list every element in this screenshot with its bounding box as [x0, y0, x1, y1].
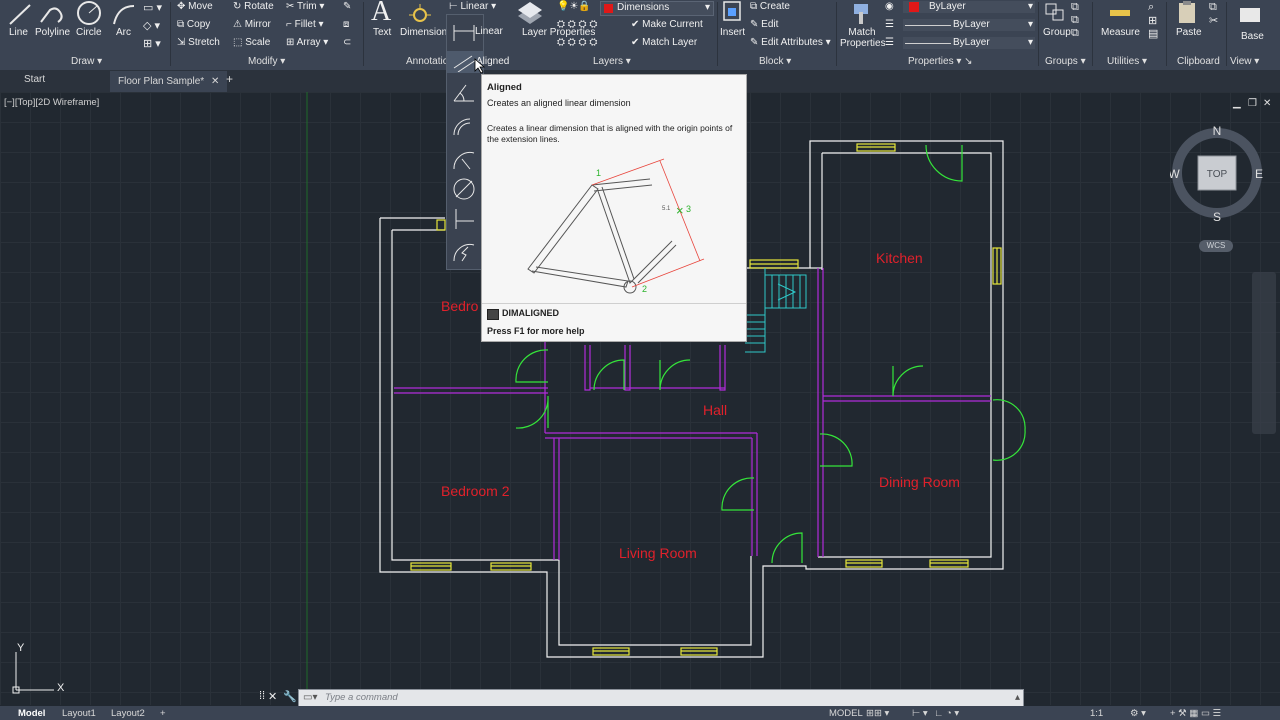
tooltip-description: Creates a linear dimension that is align…: [487, 123, 733, 144]
command-icon: [487, 309, 499, 320]
point-label-1: 1: [596, 168, 601, 178]
ucs-icon: [12, 652, 54, 694]
tooltip-illustration: 5.1 × 1 2 3: [527, 158, 705, 294]
stairs: [745, 268, 807, 353]
model-space-toggle[interactable]: MODEL: [829, 708, 863, 719]
tooltip-title: Aligned: [487, 82, 522, 93]
snap-icon[interactable]: ⊢ ▾: [912, 708, 928, 719]
workspace-gear-icon[interactable]: ⚙ ▾: [1130, 708, 1146, 719]
command-history-icon[interactable]: ▭▾: [303, 692, 317, 703]
radius-dim-icon[interactable]: [450, 149, 478, 173]
room-label-kitchen: Kitchen: [876, 250, 923, 266]
bracket-illustration: [527, 178, 677, 294]
navigation-bar[interactable]: [1252, 272, 1276, 434]
layout2-tab[interactable]: Layout2: [111, 708, 145, 719]
point-label-3: 3: [686, 204, 691, 214]
aligned-tooltip: Aligned Creates an aligned linear dimens…: [481, 74, 747, 342]
customize-icon[interactable]: 🔧: [283, 690, 297, 703]
tooltip-subtitle: Creates an aligned linear dimension: [487, 98, 631, 108]
compass-north-label[interactable]: N: [1213, 124, 1222, 138]
dimension-dropdown: Linear Aligned: [446, 14, 509, 270]
room-label-living-room: Living Room: [619, 545, 697, 561]
wcs-menu[interactable]: WCS: [1199, 240, 1233, 252]
room-label-dining-room: Dining Room: [879, 474, 960, 490]
ordinate-dim-icon[interactable]: [450, 207, 478, 231]
close-command-icon[interactable]: ✕: [268, 690, 277, 703]
room-label-hall: Hall: [703, 402, 727, 418]
ucs-y-label: Y: [17, 642, 25, 654]
annotation-scale[interactable]: 1:1: [1090, 708, 1103, 719]
view-cube-top-label: TOP: [1207, 169, 1228, 180]
point-label-2: 2: [642, 284, 647, 294]
view-cube[interactable]: TOP N S W E: [1170, 122, 1264, 222]
angular-dim-icon[interactable]: [450, 81, 478, 105]
command-expand-icon[interactable]: ▴: [1015, 692, 1020, 703]
add-layout-button[interactable]: +: [160, 708, 166, 719]
room-label-bedroom-2: Bedroom 2: [441, 483, 510, 499]
linear-dim-label[interactable]: Linear: [475, 26, 503, 37]
layout1-tab[interactable]: Layout1: [62, 708, 96, 719]
status-tools-icons[interactable]: + ⚒ ▦ ▭ ☰: [1170, 708, 1221, 719]
diameter-dim-icon[interactable]: [450, 177, 478, 201]
tooltip-help: Press F1 for more help: [487, 326, 585, 336]
linear-dim-icon[interactable]: [450, 21, 478, 45]
arc-length-icon[interactable]: [450, 115, 478, 139]
compass-west-label[interactable]: W: [1170, 167, 1180, 181]
command-line-handle-icon[interactable]: ⁞⁞: [259, 690, 265, 702]
dimension-value-label: 5.1: [662, 206, 671, 212]
command-input[interactable]: Type a command: [325, 692, 398, 703]
status-bar: [0, 706, 1280, 720]
tooltip-command: DIMALIGNED: [502, 308, 559, 318]
room-label-bedroom-1: Bedro: [441, 298, 479, 314]
ortho-polar-icons[interactable]: ∟ ◔ ▾: [934, 708, 959, 719]
tooltip-divider: [482, 303, 746, 304]
ucs-x-label: X: [57, 682, 65, 694]
jogged-dim-icon[interactable]: [450, 241, 478, 265]
mouse-cursor-icon: [474, 58, 486, 74]
compass-south-label[interactable]: S: [1213, 210, 1221, 222]
pick-point-marker: ×: [676, 203, 684, 218]
grid-icon[interactable]: ⊞⊞ ▾: [866, 708, 889, 719]
model-tab[interactable]: Model: [18, 708, 45, 719]
compass-east-label[interactable]: E: [1255, 167, 1263, 181]
